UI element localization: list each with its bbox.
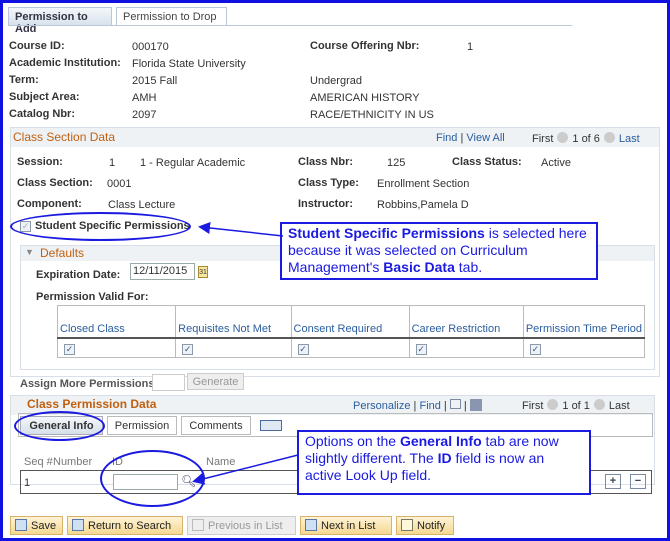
save-icon xyxy=(15,519,27,531)
arrow-to-ssp xyxy=(198,222,284,237)
notify-button[interactable]: Notify xyxy=(396,516,454,535)
return-to-search-button[interactable]: Return to Search xyxy=(67,516,183,535)
save-button[interactable]: Save xyxy=(10,516,63,535)
previous-list-icon xyxy=(192,519,204,531)
notify-icon xyxy=(401,519,413,531)
previous-in-list-button[interactable]: Previous in List xyxy=(187,516,296,535)
search-return-icon xyxy=(72,519,84,531)
next-in-list-button[interactable]: Next in List xyxy=(300,516,392,535)
arrow-to-id xyxy=(192,454,299,485)
next-list-icon xyxy=(305,519,317,531)
annotation-arrows xyxy=(192,222,299,485)
